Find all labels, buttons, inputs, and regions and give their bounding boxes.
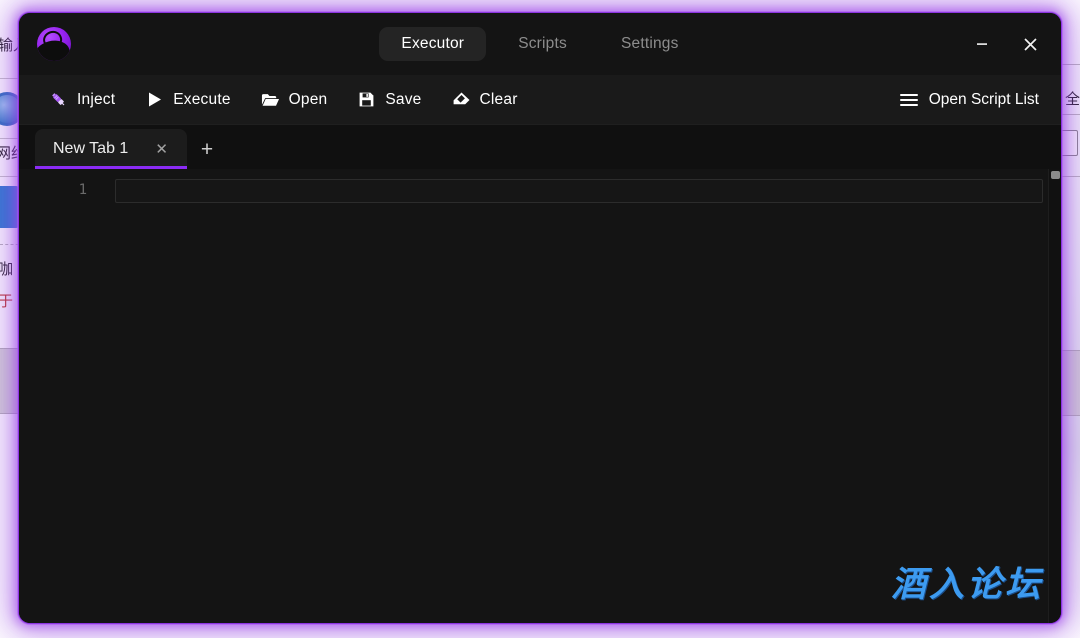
toolbar: Inject Execute Open (19, 75, 1061, 125)
minimize-button[interactable] (961, 24, 1003, 64)
execute-label: Execute (173, 91, 230, 109)
background-text-left-2: 咖 (0, 258, 13, 279)
clear-button[interactable]: Clear (450, 86, 520, 113)
code-editor: 1 酒入论坛 (19, 169, 1061, 623)
add-tab-button[interactable]: + (191, 131, 223, 169)
code-line-1[interactable] (115, 179, 1043, 203)
play-icon (145, 90, 164, 109)
editor-tab-new-tab-1[interactable]: New Tab 1 ✕ (35, 129, 187, 169)
background-text-left-3: 于 (0, 290, 13, 311)
floppy-disk-icon (357, 90, 376, 109)
tab-settings[interactable]: Settings (599, 27, 701, 61)
inject-label: Inject (77, 91, 115, 109)
editor-scrollbar-thumb[interactable] (1051, 171, 1060, 179)
syringe-icon (49, 90, 68, 109)
window-controls (961, 24, 1051, 64)
execute-button[interactable]: Execute (143, 86, 232, 113)
background-blue-button (0, 186, 20, 228)
tab-executor[interactable]: Executor (379, 27, 486, 61)
line-number-gutter: 1 (19, 169, 101, 623)
eraser-icon (452, 90, 471, 109)
editor-tab-strip: New Tab 1 ✕ + (19, 125, 1061, 169)
tab-scripts[interactable]: Scripts (496, 27, 589, 61)
inject-button[interactable]: Inject (47, 86, 117, 113)
main-nav-tabs: Executor Scripts Settings (19, 13, 1061, 75)
editor-tab-label: New Tab 1 (53, 140, 128, 158)
save-button[interactable]: Save (355, 86, 423, 113)
folder-open-icon (261, 90, 280, 109)
open-label: Open (289, 91, 328, 109)
clear-label: Clear (480, 91, 518, 109)
app-logo-icon (37, 27, 71, 61)
hamburger-icon (900, 94, 918, 106)
title-bar: Executor Scripts Settings (19, 13, 1061, 75)
open-script-list-button[interactable]: Open Script List (894, 87, 1045, 113)
open-script-list-label: Open Script List (929, 91, 1039, 109)
line-number: 1 (19, 179, 87, 201)
open-button[interactable]: Open (259, 86, 330, 113)
save-label: Save (385, 91, 421, 109)
forum-watermark: 酒入论坛 (891, 556, 1043, 607)
editor-vertical-scrollbar[interactable] (1048, 169, 1061, 623)
close-icon (1021, 35, 1040, 54)
close-button[interactable] (1009, 24, 1051, 64)
editor-tab-close-icon[interactable]: ✕ (152, 140, 171, 159)
minimize-icon (974, 36, 990, 52)
executor-app-window: Executor Scripts Settings (18, 12, 1062, 624)
background-text-right-0: 全 (1065, 88, 1080, 109)
code-input-area[interactable] (101, 169, 1061, 623)
